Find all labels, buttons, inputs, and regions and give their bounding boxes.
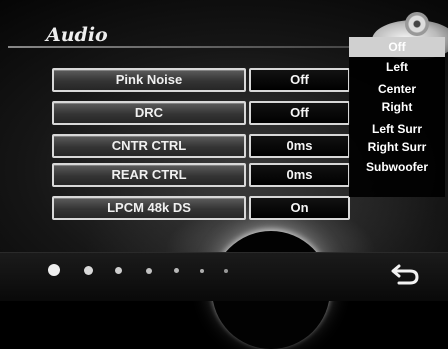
page-indicator-dot[interactable] [224,269,228,273]
pink-noise-button[interactable]: Pink Noise [52,68,246,92]
page-indicator-dot[interactable] [200,269,204,273]
drc-button[interactable]: DRC [52,101,246,125]
lpcm-48k-ds-value[interactable]: On [249,196,350,220]
disc-hub-icon [405,12,429,36]
rear-ctrl-button[interactable]: REAR CTRL [52,163,246,187]
dropdown-option-off[interactable]: Off [349,37,445,57]
cntr-ctrl-value[interactable]: 0ms [249,134,350,158]
dropdown-option-right-surr[interactable]: Right Surr [349,137,445,157]
page-indicator-dot[interactable] [48,264,60,276]
dropdown-option-right[interactable]: Right [349,97,445,117]
page-indicator-dot[interactable] [174,268,179,273]
back-button[interactable] [390,263,420,285]
back-arrow-icon [391,264,419,285]
drc-value[interactable]: Off [249,101,350,125]
page-indicator-dot[interactable] [115,267,122,274]
dropdown-option-left-surr[interactable]: Left Surr [349,119,445,139]
lpcm-48k-ds-button[interactable]: LPCM 48k DS [52,196,246,220]
cntr-ctrl-button[interactable]: CNTR CTRL [52,134,246,158]
rear-ctrl-value[interactable]: 0ms [249,163,350,187]
dropdown-option-left[interactable]: Left [349,57,445,77]
page-title: Audio [46,24,108,46]
page-indicator-dot[interactable] [84,266,93,275]
dropdown-option-center[interactable]: Center [349,79,445,99]
page-indicator-dot[interactable] [146,268,152,274]
bottom-bar [0,252,448,301]
dropdown-option-subwoofer[interactable]: Subwoofer [349,157,445,177]
speaker-select-dropdown: Off Left Center Right Left Surr Right Su… [349,37,445,197]
pink-noise-value[interactable]: Off [249,68,350,92]
audio-settings-screen: Audio Pink Noise Off DRC Off CNTR CTRL 0… [0,0,448,349]
